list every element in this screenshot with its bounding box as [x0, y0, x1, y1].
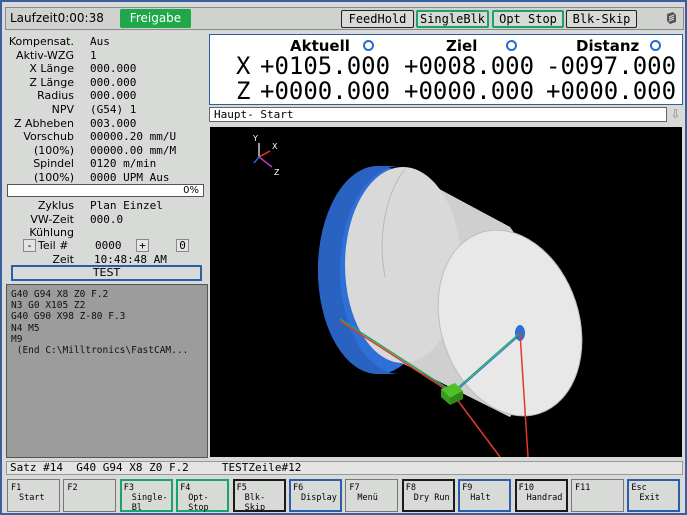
fkey-number: F7 [349, 483, 360, 493]
info-row-spindel-override: (100%) 0000 UPM Aus [33, 170, 170, 184]
axis-z-label: Z [236, 77, 251, 105]
info-row-vorschub: Vorschub 00000.20 mm/U [23, 130, 177, 144]
fkey-label: Opt-Stop [188, 493, 209, 513]
refresh-icon[interactable] [650, 40, 661, 51]
fkey-label: Menü [357, 493, 378, 503]
axis-triad: Y X Z [252, 134, 280, 177]
fkey-label: Dry Run [413, 493, 450, 503]
teil-label: Teil # [38, 239, 69, 252]
fkey-f2[interactable]: F2 [63, 479, 117, 512]
program-line: G40 G94 X8 Z0 F.2 [11, 289, 109, 300]
fkey-number: F3 [123, 483, 135, 493]
info-row-npv: NPV (G54) 1 [51, 102, 137, 116]
fkey-number: F5 [236, 483, 247, 493]
fkey-f10[interactable]: F10 Handrad [514, 479, 568, 512]
z-aktuell-value: +0000.000 [260, 77, 391, 105]
opt-stop-button[interactable]: Opt Stop [492, 10, 564, 28]
block-status-line: Satz #14 G40 G94 X8 Z0 F.2 TESTZeile#12 [6, 461, 683, 475]
program-line: G40 G90 X98 Z-80 F.3 [11, 311, 126, 323]
fkey-f11[interactable]: F11 [571, 479, 624, 512]
runtime-display: Laufzeit0:00:38 [10, 11, 104, 25]
info-row-aktiv-wzg: Aktiv-WZG 1 [16, 48, 97, 62]
fkey-f6[interactable]: F6 Display [289, 479, 342, 512]
fkey-label: Single-Bl [131, 493, 168, 513]
axis-label-x: X [272, 142, 278, 151]
fkey-number: F11 [575, 483, 591, 493]
fkey-label: Exit [639, 493, 660, 503]
fkey-number: Esc [631, 483, 647, 493]
x-distanz-value: -0097.000 [546, 52, 677, 80]
fkey-esc[interactable]: Esc Exit [627, 479, 681, 512]
scroll-down-icon[interactable]: ⇩ [669, 107, 682, 122]
fkey-f1[interactable]: F1 Start [7, 479, 60, 512]
axis-label-y: Y [252, 134, 258, 143]
z-ziel-value: +0000.000 [404, 77, 535, 105]
fkey-number: F9 [462, 483, 473, 493]
test-button[interactable]: TEST [11, 265, 202, 281]
fkey-number: F2 [67, 483, 78, 493]
toolpath-3d-view[interactable]: Y X Z [210, 127, 682, 457]
fkey-f4[interactable]: F4 Opt-Stop [176, 479, 230, 513]
program-progress-bar: 0% [7, 184, 204, 197]
program-line: N3 G0 X105 Z2 [11, 300, 86, 312]
cnc-control-window: Laufzeit0:00:38 Freigabe FeedHold Single… [0, 0, 687, 515]
blk-skip-button[interactable]: Blk-Skip [566, 10, 637, 28]
axis-label-z: Z [274, 168, 280, 177]
refresh-icon[interactable] [506, 40, 517, 51]
info-row-spindel: Spindel 0120 m/min [33, 157, 157, 171]
info-row-z-laenge: Z Länge 000.000 [29, 75, 137, 89]
settings-icon[interactable] [665, 11, 677, 29]
fkey-f3[interactable]: F3 Single-Bl [119, 479, 173, 513]
feedhold-button[interactable]: FeedHold [341, 10, 414, 28]
x-aktuell-value: +0105.000 [260, 52, 391, 80]
axis-x-label: X [236, 52, 251, 80]
freigabe-status-badge: Freigabe [120, 9, 191, 28]
teil-count-field[interactable]: 0 [176, 239, 189, 252]
info-row-vorschub-override: (100%) 00000.00 mm/M [33, 143, 177, 157]
top-status-bar: Laufzeit0:00:38 Freigabe FeedHold Single… [5, 7, 684, 30]
info-row-kuehlung: Kühlung [29, 226, 74, 240]
singleblk-button[interactable]: SingleBlk [416, 10, 489, 28]
z-distanz-value: +0000.000 [546, 77, 677, 105]
part-counter-row: - Teil # 0000 + 0 [8, 239, 208, 253]
fkey-number: F10 [518, 483, 534, 493]
fkey-number: F6 [293, 483, 304, 493]
fkey-f9[interactable]: F9 Halt [458, 479, 512, 512]
fkey-number: F4 [180, 483, 191, 493]
fkey-label: Handrad [526, 493, 563, 503]
fkey-f7[interactable]: F7 Menü [345, 479, 399, 512]
program-line: N4 M5 [11, 322, 40, 334]
info-row-x-laenge: X Länge 000.000 [29, 62, 137, 76]
fkey-number: F1 [11, 483, 22, 493]
program-listing[interactable]: G40 G94 X8 Z0 F.2 N3 G0 X105 Z2 G40 G90 … [6, 284, 208, 458]
view-header: Haupt- Start [209, 107, 667, 122]
info-row-vw-zeit: VW-Zeit 000.0 [30, 212, 124, 226]
program-line: M9 [11, 333, 23, 345]
machine-info-panel: Kompensat. Aus Aktiv-WZG 1 X Länge 000.000 … [8, 35, 208, 185]
info-row-kompensat: Kompensat. Aus [8, 35, 110, 48]
info-row-radius: Radius 000.000 [37, 89, 137, 103]
program-line: (End C:\Milltronics\FastCAM... [11, 345, 189, 357]
refresh-icon[interactable] [363, 40, 374, 51]
fkey-number: F8 [405, 483, 417, 493]
teil-value: 0000 [95, 239, 122, 252]
cycle-info-panel: Zyklus Plan Einzel VW-Zeit 000.0 Kühlung [8, 199, 208, 240]
teil-plus-button[interactable]: + [136, 239, 149, 252]
fkey-f5[interactable]: F5 Blk-Skip [232, 479, 286, 513]
position-readout: Aktuell Ziel Distanz X +0105.000 +0008.0… [209, 34, 683, 105]
x-ziel-value: +0008.000 [404, 52, 535, 80]
teil-minus-button[interactable]: - [23, 239, 36, 252]
toolpath-canvas: Y X Z [252, 134, 583, 457]
info-row-z-abheben: Z Abheben 003.000 [13, 116, 137, 130]
info-row-zyklus: Zyklus Plan Einzel [37, 199, 163, 212]
fkey-label: Blk-Skip [244, 493, 266, 513]
fkey-label: Display [301, 493, 337, 503]
fkey-label: Halt [470, 493, 491, 503]
fkey-f8[interactable]: F8 Dry Run [401, 479, 455, 512]
fkey-label: Start [19, 493, 45, 503]
